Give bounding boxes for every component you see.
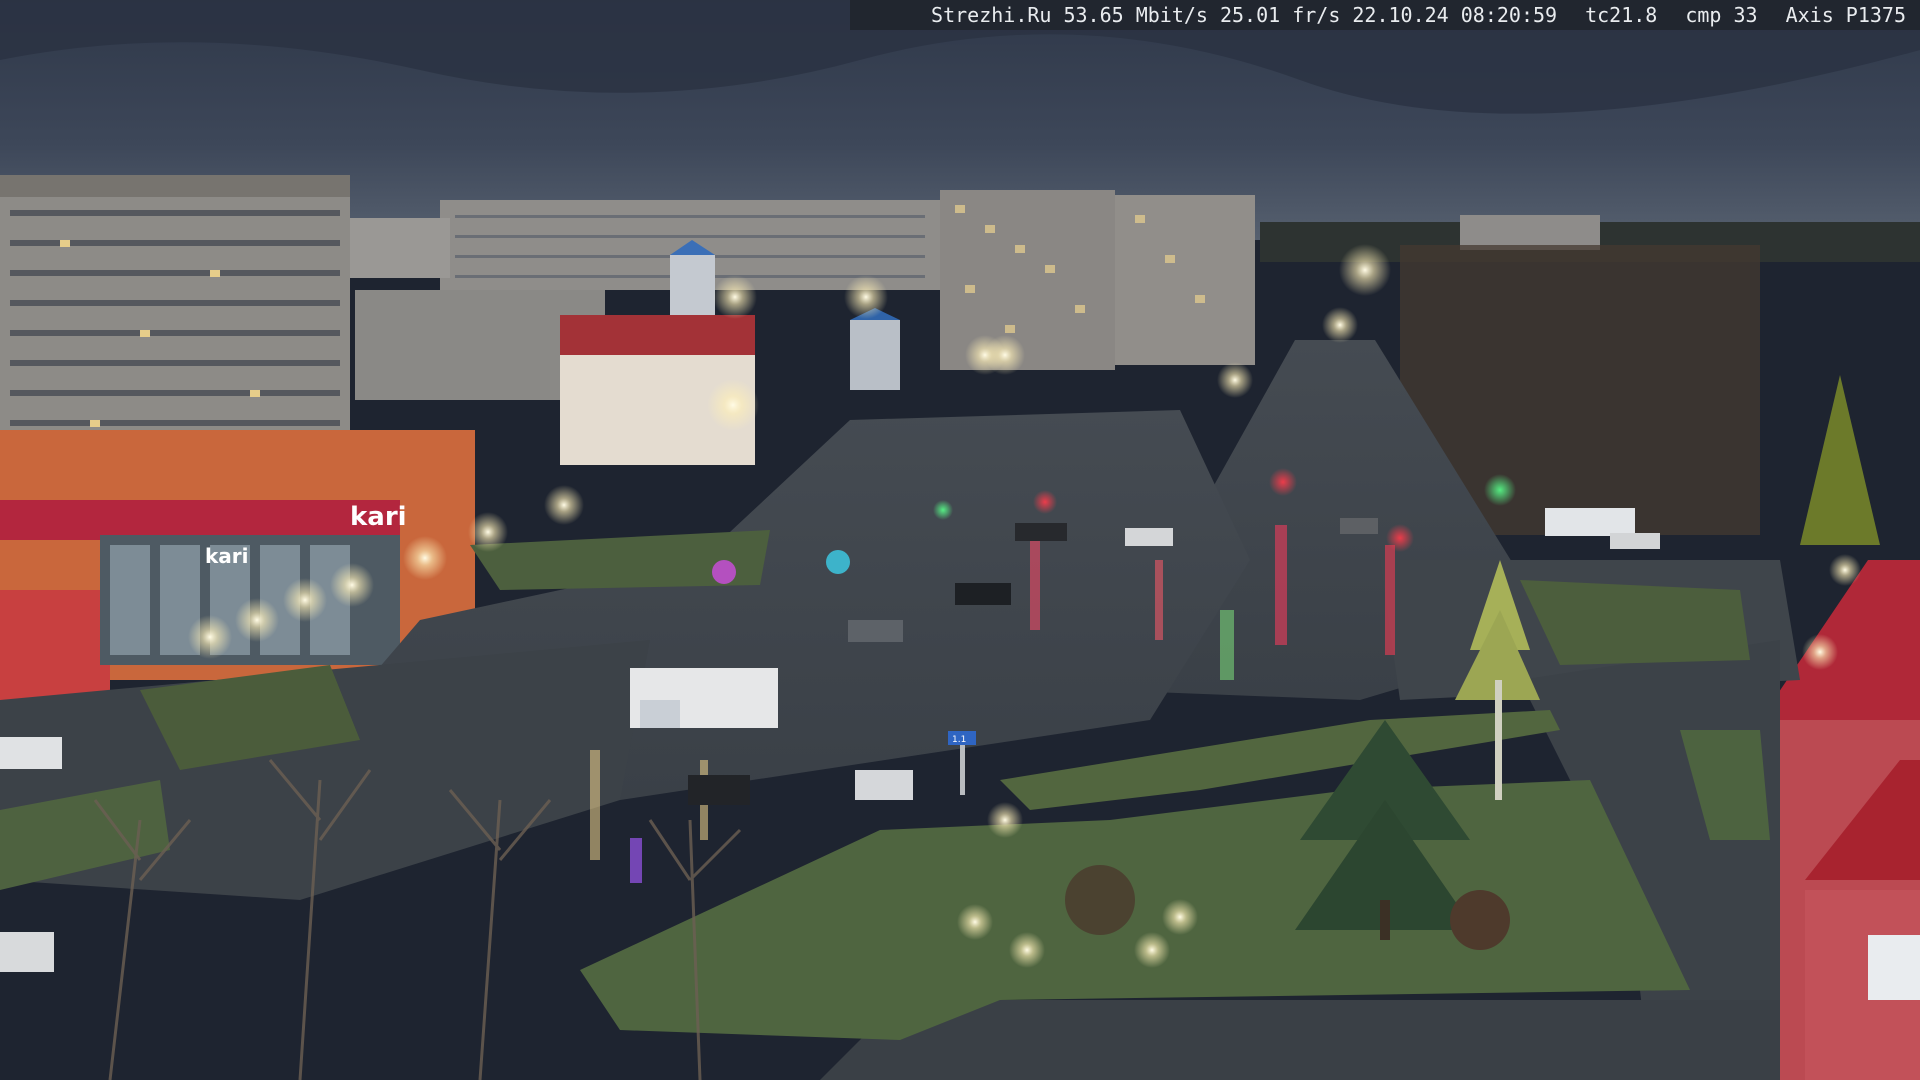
store-sign-small: kari: [205, 544, 249, 568]
bus: [1545, 508, 1635, 536]
overlay-tc: tc21.8: [1585, 3, 1658, 27]
overlay-bitrate: 53.65 Mbit/s: [1063, 3, 1208, 27]
overlay-cmp: cmp 33: [1685, 3, 1758, 27]
store-sign-big: kari: [350, 502, 407, 532]
overlay-framerate: 25.01 fr/s: [1219, 3, 1341, 27]
overlay-site: Strezhi.Ru: [931, 3, 1052, 27]
road-sign-label: 1.1: [952, 735, 966, 745]
camera-overlay-bar: Strezhi.Ru 53.65 Mbit/s 25.01 fr/s 22.10…: [850, 0, 1920, 30]
overlay-camera: Axis P1375: [1785, 3, 1906, 27]
city-scene: kari kari 1.1: [0, 0, 1920, 1080]
webcam-frame: kari kari 1.1 Strezhi.Ru 53.65 Mbit/s 25…: [0, 0, 1920, 1080]
overlay-datetime: 22.10.24 08:20:59: [1352, 3, 1558, 27]
